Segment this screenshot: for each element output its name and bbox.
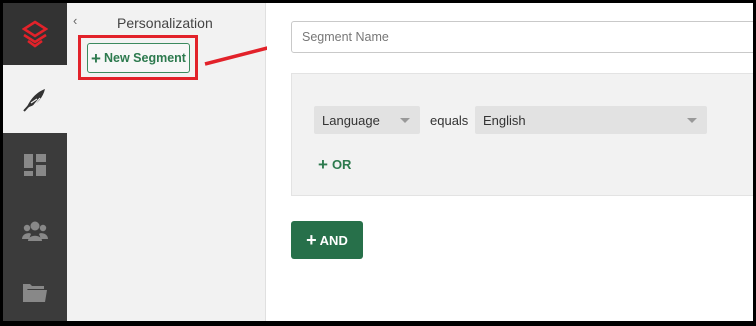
- condition-field-select[interactable]: Language: [314, 106, 420, 134]
- users-icon: [22, 221, 48, 241]
- rail-item-audiences[interactable]: [3, 199, 67, 263]
- icon-rail: [3, 3, 67, 321]
- dashboard-icon: [24, 154, 46, 176]
- dropdown-caret-icon: [687, 118, 697, 123]
- dropdown-caret-icon: [400, 118, 410, 123]
- personalization-sidebar: ‹ Personalization + New Segment: [67, 3, 266, 321]
- add-or-button[interactable]: + OR: [318, 156, 351, 173]
- folder-icon: [23, 284, 47, 302]
- plus-icon: +: [91, 48, 101, 68]
- rail-item-dashboard[interactable]: [3, 133, 67, 197]
- plus-icon: +: [318, 155, 328, 174]
- new-segment-button[interactable]: + New Segment: [87, 43, 190, 73]
- condition-group: Language equals English + OR: [291, 73, 753, 196]
- condition-field-value: Language: [322, 112, 380, 128]
- rail-item-logo[interactable]: [3, 3, 67, 65]
- or-label: OR: [331, 157, 352, 172]
- feather-icon: [23, 89, 45, 112]
- add-and-button[interactable]: + AND: [291, 221, 363, 259]
- app-window: ‹ Personalization + New Segment Language…: [3, 3, 753, 321]
- condition-value-select[interactable]: English: [475, 106, 707, 134]
- rail-item-personalization[interactable]: [3, 65, 67, 133]
- condition-operator: equals: [430, 113, 469, 128]
- segment-editor: Language equals English + OR + AND: [267, 3, 753, 321]
- sidebar-title: Personalization: [117, 15, 213, 31]
- new-segment-label: New Segment: [103, 51, 186, 65]
- collapse-chevron-icon[interactable]: ‹: [73, 13, 77, 28]
- condition-value: English: [483, 112, 526, 128]
- segment-name-input[interactable]: [291, 21, 753, 53]
- rail-item-files[interactable]: [3, 261, 67, 321]
- and-label: AND: [319, 232, 348, 248]
- plus-icon: +: [306, 230, 317, 250]
- logo-icon: [22, 20, 48, 48]
